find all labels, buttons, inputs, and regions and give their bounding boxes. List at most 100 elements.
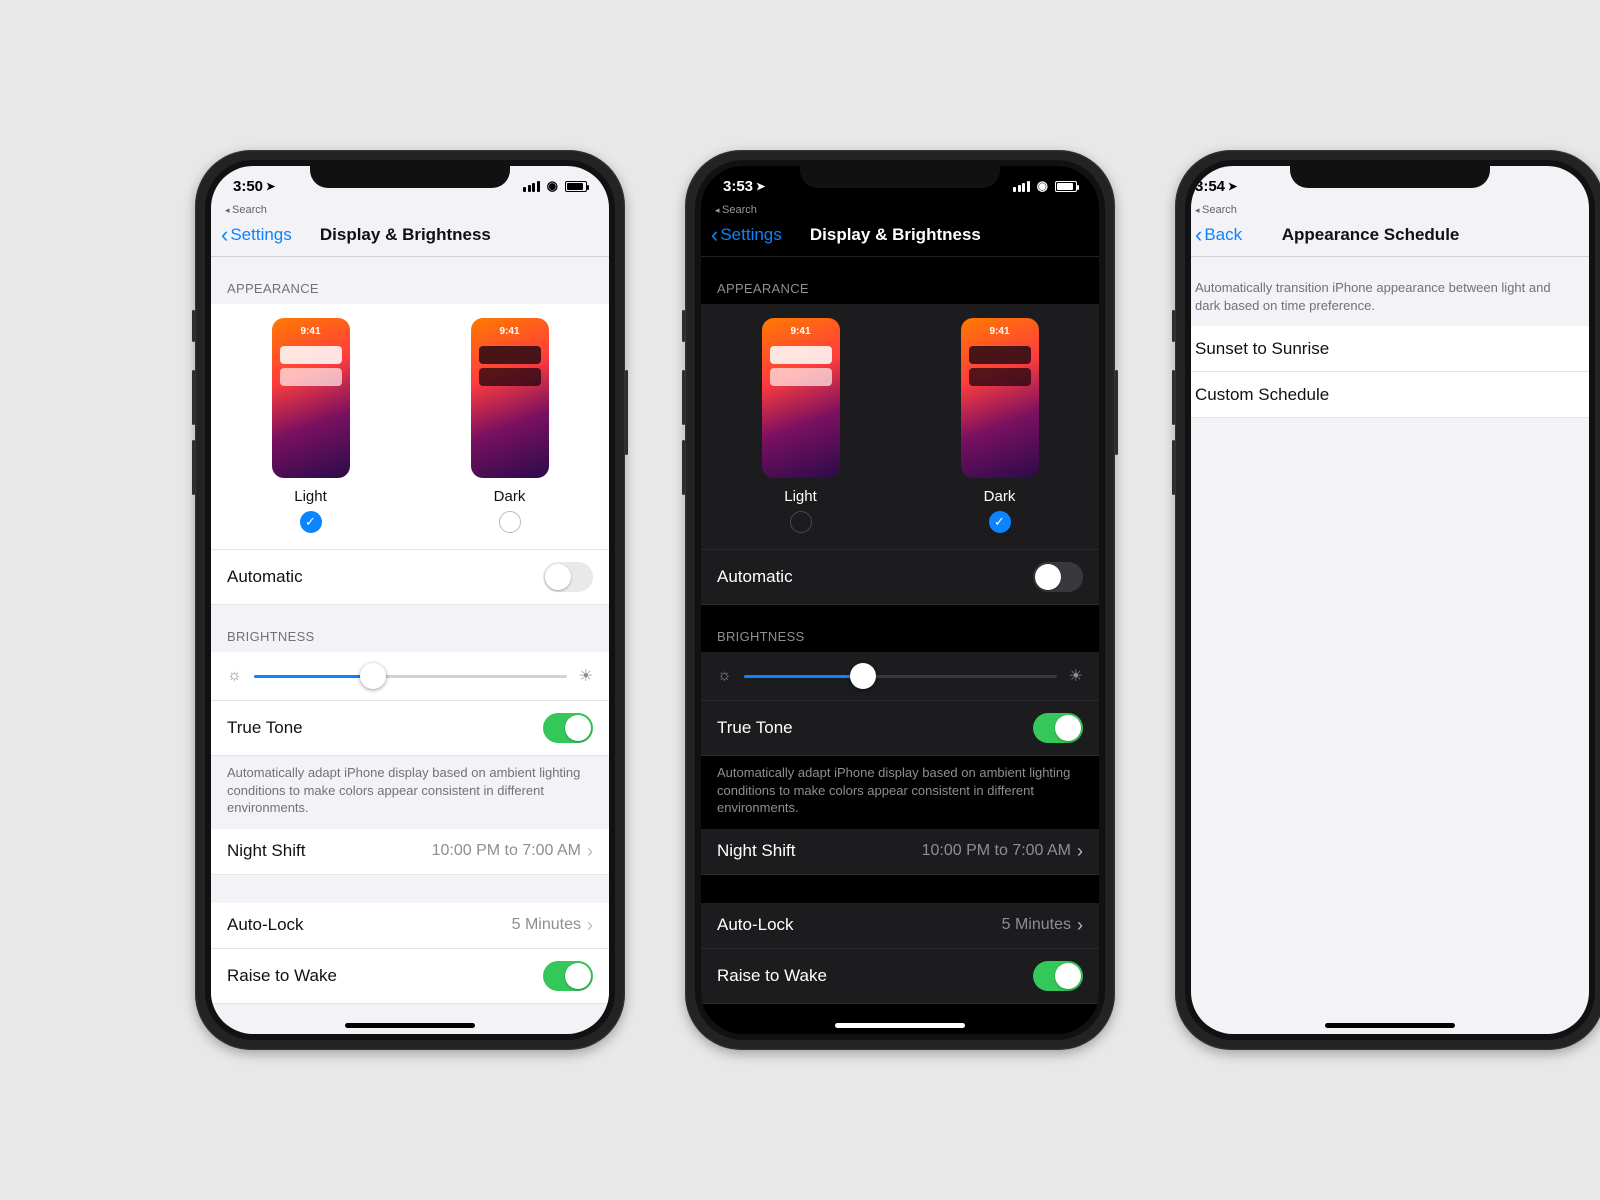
nightshift-label: Night Shift bbox=[717, 841, 795, 861]
notch bbox=[1290, 160, 1490, 188]
brightness-slider[interactable] bbox=[744, 675, 1057, 678]
chevron-right-icon: › bbox=[1077, 915, 1083, 936]
light-thumb: 9:41 bbox=[272, 318, 350, 478]
truetone-footer: Automatically adapt iPhone display based… bbox=[211, 756, 609, 829]
wifi-icon: ◉ bbox=[1037, 178, 1048, 194]
sunset-sunrise-row[interactable]: Sunset to Sunrise bbox=[1191, 326, 1589, 372]
appearance-header: APPEARANCE bbox=[701, 257, 1099, 304]
autolock-detail: 5 Minutes bbox=[1002, 916, 1071, 934]
automatic-row: Automatic bbox=[211, 550, 609, 605]
appearance-light-option[interactable]: 9:41 Light bbox=[272, 318, 350, 533]
truetone-toggle[interactable] bbox=[543, 713, 593, 743]
chevron-left-icon: ‹ bbox=[711, 224, 718, 246]
automatic-row: Automatic bbox=[701, 550, 1099, 605]
brightness-slider[interactable] bbox=[254, 675, 567, 678]
nightshift-row[interactable]: Night Shift 10:00 PM to 7:00 AM › bbox=[211, 829, 609, 875]
radio-selected-icon bbox=[300, 511, 322, 533]
home-indicator[interactable] bbox=[1325, 1023, 1455, 1028]
nav-bar: ‹Settings Display & Brightness bbox=[211, 216, 609, 257]
radio-selected-icon bbox=[989, 511, 1011, 533]
brightness-header: BRIGHTNESS bbox=[701, 605, 1099, 652]
clock: 3:53 bbox=[723, 178, 753, 195]
brightness-slider-row: ☼ ☀ bbox=[211, 652, 609, 701]
raise-label: Raise to Wake bbox=[227, 966, 337, 986]
breadcrumb[interactable]: Search bbox=[1191, 204, 1589, 216]
raise-label: Raise to Wake bbox=[717, 966, 827, 986]
autolock-row[interactable]: Auto-Lock 5 Minutes › bbox=[211, 903, 609, 949]
truetone-row: True Tone bbox=[211, 701, 609, 756]
appearance-dark-option[interactable]: 9:41 Dark bbox=[471, 318, 549, 533]
raise-toggle[interactable] bbox=[543, 961, 593, 991]
dark-thumb: 9:41 bbox=[471, 318, 549, 478]
appearance-chooser: 9:41 Light 9:41 Dark bbox=[211, 304, 609, 550]
nightshift-label: Night Shift bbox=[227, 841, 305, 861]
sun-high-icon: ☀ bbox=[579, 666, 593, 686]
location-icon: ➤ bbox=[1228, 180, 1237, 193]
brightness-slider-row: ☼ ☀ bbox=[701, 652, 1099, 701]
location-icon: ➤ bbox=[266, 180, 275, 193]
nightshift-row[interactable]: Night Shift 10:00 PM to 7:00 AM › bbox=[701, 829, 1099, 875]
automatic-toggle[interactable] bbox=[1033, 562, 1083, 592]
clock: 3:50 bbox=[233, 178, 263, 195]
notch bbox=[310, 160, 510, 188]
automatic-label: Automatic bbox=[717, 567, 793, 587]
truetone-label: True Tone bbox=[717, 718, 793, 738]
home-indicator[interactable] bbox=[345, 1023, 475, 1028]
dark-label: Dark bbox=[471, 488, 549, 505]
phone-dark: 3:53➤ ◉ Search ‹Settings Display & Brigh… bbox=[685, 150, 1115, 1050]
radio-unselected-icon bbox=[499, 511, 521, 533]
custom-schedule-label: Custom Schedule bbox=[1195, 385, 1329, 405]
autolock-row[interactable]: Auto-Lock 5 Minutes › bbox=[701, 903, 1099, 949]
cellular-icon bbox=[523, 181, 540, 192]
page-title: Display & Brightness bbox=[744, 225, 1047, 245]
chevron-left-icon: ‹ bbox=[221, 224, 228, 246]
appearance-header: APPEARANCE bbox=[211, 257, 609, 304]
chevron-right-icon: › bbox=[587, 841, 593, 862]
cellular-icon bbox=[1013, 181, 1030, 192]
chevron-right-icon: › bbox=[587, 915, 593, 936]
appearance-dark-option[interactable]: 9:41 Dark bbox=[961, 318, 1039, 533]
notch bbox=[800, 160, 1000, 188]
nightshift-detail: 10:00 PM to 7:00 AM bbox=[432, 842, 581, 860]
battery-icon bbox=[565, 181, 587, 192]
dark-thumb: 9:41 bbox=[961, 318, 1039, 478]
truetone-toggle[interactable] bbox=[1033, 713, 1083, 743]
sunset-sunrise-label: Sunset to Sunrise bbox=[1195, 339, 1329, 359]
radio-unselected-icon bbox=[790, 511, 812, 533]
phone-schedule: 3:54➤ Search ‹Back Appearance Schedule A… bbox=[1175, 150, 1600, 1050]
autolock-label: Auto-Lock bbox=[227, 915, 304, 935]
home-indicator[interactable] bbox=[835, 1023, 965, 1028]
automatic-toggle[interactable] bbox=[543, 562, 593, 592]
light-label: Light bbox=[272, 488, 350, 505]
wifi-icon: ◉ bbox=[547, 178, 558, 194]
schedule-desc: Automatically transition iPhone appearan… bbox=[1191, 257, 1589, 326]
automatic-label: Automatic bbox=[227, 567, 303, 587]
location-icon: ➤ bbox=[756, 180, 765, 193]
nightshift-detail: 10:00 PM to 7:00 AM bbox=[922, 842, 1071, 860]
brightness-header: BRIGHTNESS bbox=[211, 605, 609, 652]
truetone-label: True Tone bbox=[227, 718, 303, 738]
chevron-left-icon: ‹ bbox=[1195, 224, 1202, 246]
truetone-footer: Automatically adapt iPhone display based… bbox=[701, 756, 1099, 829]
chevron-right-icon: › bbox=[1077, 841, 1083, 862]
sun-low-icon: ☼ bbox=[717, 667, 732, 685]
nav-bar: ‹Settings Display & Brightness bbox=[701, 216, 1099, 257]
appearance-light-option[interactable]: 9:41 Light bbox=[762, 318, 840, 533]
autolock-detail: 5 Minutes bbox=[512, 916, 581, 934]
sun-low-icon: ☼ bbox=[227, 667, 242, 685]
light-label: Light bbox=[762, 488, 840, 505]
nav-bar: ‹Back Appearance Schedule bbox=[1191, 216, 1589, 257]
page-title: Appearance Schedule bbox=[1204, 225, 1537, 245]
breadcrumb[interactable]: Search bbox=[211, 204, 609, 216]
light-thumb: 9:41 bbox=[762, 318, 840, 478]
raise-row: Raise to Wake bbox=[211, 949, 609, 1004]
custom-schedule-row[interactable]: Custom Schedule bbox=[1191, 372, 1589, 418]
breadcrumb[interactable]: Search bbox=[701, 204, 1099, 216]
raise-row: Raise to Wake bbox=[701, 949, 1099, 1004]
truetone-row: True Tone bbox=[701, 701, 1099, 756]
clock: 3:54 bbox=[1195, 178, 1225, 195]
raise-toggle[interactable] bbox=[1033, 961, 1083, 991]
battery-icon bbox=[1055, 181, 1077, 192]
autolock-label: Auto-Lock bbox=[717, 915, 794, 935]
dark-label: Dark bbox=[961, 488, 1039, 505]
